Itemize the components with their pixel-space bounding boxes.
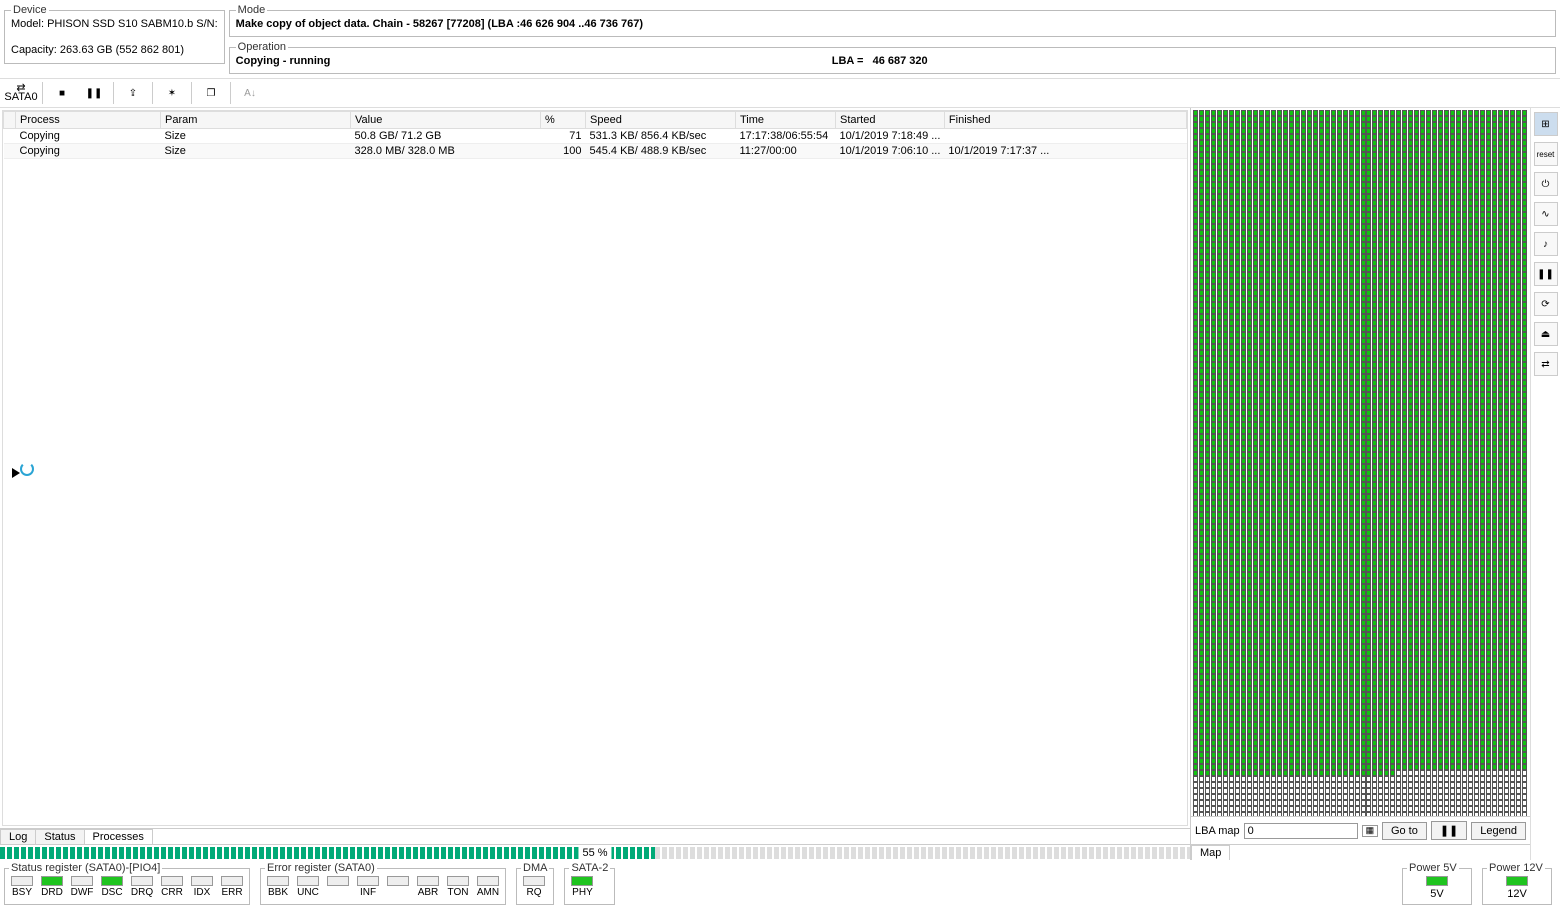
sort-button[interactable]: A↓ xyxy=(235,81,265,105)
rt-refresh-button[interactable]: ⟳ xyxy=(1534,292,1558,316)
register-cell: DWF xyxy=(69,876,95,898)
register-cell: INF xyxy=(355,876,381,898)
register-cell xyxy=(325,876,351,898)
export-button[interactable]: ⇪ xyxy=(118,81,148,105)
register-cell: BBK xyxy=(265,876,291,898)
register-cell: IDX xyxy=(189,876,215,898)
bottom-tabs: Log Status Processes xyxy=(0,828,1190,844)
legend-button[interactable]: Legend xyxy=(1471,822,1526,840)
mode-legend: Mode xyxy=(236,4,268,16)
rt-pause-button[interactable]: ❚❚ xyxy=(1534,262,1558,286)
capacity-label: Capacity: xyxy=(11,44,57,56)
tab-map[interactable]: Map xyxy=(1191,845,1230,860)
copy-button[interactable]: ❐ xyxy=(196,81,226,105)
device-legend: Device xyxy=(11,4,49,16)
model-label: Model: xyxy=(11,18,44,30)
col-finished[interactable]: Finished xyxy=(944,112,1186,129)
register-cell: AMN xyxy=(475,876,501,898)
rt-eject-button[interactable]: ⏏ xyxy=(1534,322,1558,346)
register-cell: DRD xyxy=(39,876,65,898)
rt-reset-button[interactable]: reset xyxy=(1534,142,1558,166)
map-pause-button[interactable]: ❚❚ xyxy=(1431,821,1467,840)
table-row[interactable]: CopyingSize328.0 MB/ 328.0 MB100545.4 KB… xyxy=(4,144,1187,159)
device-fieldset: Device Model: PHISON SSD S10 SABM10.b S/… xyxy=(4,4,225,64)
lba-picker-icon[interactable]: ▦ xyxy=(1362,825,1378,837)
progress-bar: 55 % xyxy=(0,844,1190,860)
register-cell: PHY xyxy=(569,876,595,898)
lba-map-label: LBA map xyxy=(1195,825,1240,837)
col-value[interactable]: Value xyxy=(351,112,541,129)
capacity-value: 263.63 GB (552 862 801) xyxy=(60,44,184,56)
register-cell: ERR xyxy=(219,876,245,898)
register-cell: DRQ xyxy=(129,876,155,898)
power-12v-label: 12V xyxy=(1507,888,1527,900)
register-cell: TON xyxy=(445,876,471,898)
power-12v-legend: Power 12V xyxy=(1487,862,1545,874)
tab-processes[interactable]: Processes xyxy=(84,829,153,844)
col-pct[interactable]: % xyxy=(541,112,586,129)
toolbar: ⇄SATA0 ■ ❚❚ ⇪ ✶ ❐ A↓ xyxy=(0,78,1560,108)
dma-fieldset: DMA RQ xyxy=(516,862,554,905)
settings-button[interactable]: ✶ xyxy=(157,81,187,105)
register-cell: BSY xyxy=(9,876,35,898)
tab-log[interactable]: Log xyxy=(0,829,36,844)
model-value: PHISON SSD S10 SABM10.b S/N: xyxy=(47,18,218,30)
col-started[interactable]: Started xyxy=(836,112,945,129)
progress-pct: 55 % xyxy=(578,847,611,859)
process-table-wrap[interactable]: Process Param Value % Speed Time Started… xyxy=(2,110,1188,826)
sata2-legend: SATA-2 xyxy=(569,862,610,874)
table-row[interactable]: CopyingSize50.8 GB/ 71.2 GB71531.3 KB/ 8… xyxy=(4,129,1187,144)
sector-map-scroll[interactable] xyxy=(1191,108,1530,816)
register-cell: UNC xyxy=(295,876,321,898)
col-param[interactable]: Param xyxy=(161,112,351,129)
lba-input[interactable] xyxy=(1244,823,1358,839)
power-5v-fieldset: Power 5V 5V xyxy=(1402,862,1472,905)
sata2-fieldset: SATA-2 PHY xyxy=(564,862,615,905)
stop-button[interactable]: ■ xyxy=(47,81,77,105)
goto-button[interactable]: Go to xyxy=(1382,822,1427,840)
lba-label: LBA = xyxy=(832,55,864,67)
col-process[interactable]: Process xyxy=(16,112,161,129)
lba-value: 46 687 320 xyxy=(873,55,928,67)
error-register-legend: Error register (SATA0) xyxy=(265,862,377,874)
power-5v-legend: Power 5V xyxy=(1407,862,1459,874)
rt-osc-button[interactable]: ∿ xyxy=(1534,202,1558,226)
map-controls: LBA map ▦ Go to ❚❚ Legend xyxy=(1191,816,1530,844)
col-speed[interactable]: Speed xyxy=(586,112,736,129)
operation-status: Copying - running xyxy=(236,55,331,67)
port-button[interactable]: ⇄SATA0 xyxy=(4,81,38,105)
register-cell xyxy=(385,876,411,898)
col-time[interactable]: Time xyxy=(736,112,836,129)
register-cell: CRR xyxy=(159,876,185,898)
register-cell: RQ xyxy=(521,876,547,898)
dma-legend: DMA xyxy=(521,862,549,874)
process-table: Process Param Value % Speed Time Started… xyxy=(3,111,1187,159)
right-toolbar: ⊞ reset ⏻ ∿ ♪ ❚❚ ⟳ ⏏ ⇄ xyxy=(1530,108,1560,860)
mode-text: Make copy of object data. Chain - 58267 … xyxy=(236,18,1549,30)
power-5v-label: 5V xyxy=(1430,888,1443,900)
pause-button[interactable]: ❚❚ xyxy=(79,81,109,105)
mode-fieldset: Mode Make copy of object data. Chain - 5… xyxy=(229,4,1556,37)
operation-legend: Operation xyxy=(236,41,288,53)
rt-drive-icon[interactable]: ⊞ xyxy=(1534,112,1558,136)
sector-map-grid xyxy=(1193,110,1528,816)
rt-note-button[interactable]: ♪ xyxy=(1534,232,1558,256)
status-register-fieldset: Status register (SATA0)-[PIO4] BSYDRDDWF… xyxy=(4,862,250,905)
error-register-fieldset: Error register (SATA0) BBKUNC INF ABRTONAM… xyxy=(260,862,506,905)
status-register-legend: Status register (SATA0)-[PIO4] xyxy=(9,862,162,874)
register-cell: ABR xyxy=(415,876,441,898)
register-cell: DSC xyxy=(99,876,125,898)
rt-power-button[interactable]: ⏻ xyxy=(1534,172,1558,196)
operation-fieldset: Operation Copying - running LBA = 46 687… xyxy=(229,41,1556,74)
power-12v-fieldset: Power 12V 12V xyxy=(1482,862,1552,905)
tab-status[interactable]: Status xyxy=(35,829,84,844)
rt-conn-button[interactable]: ⇄ xyxy=(1534,352,1558,376)
